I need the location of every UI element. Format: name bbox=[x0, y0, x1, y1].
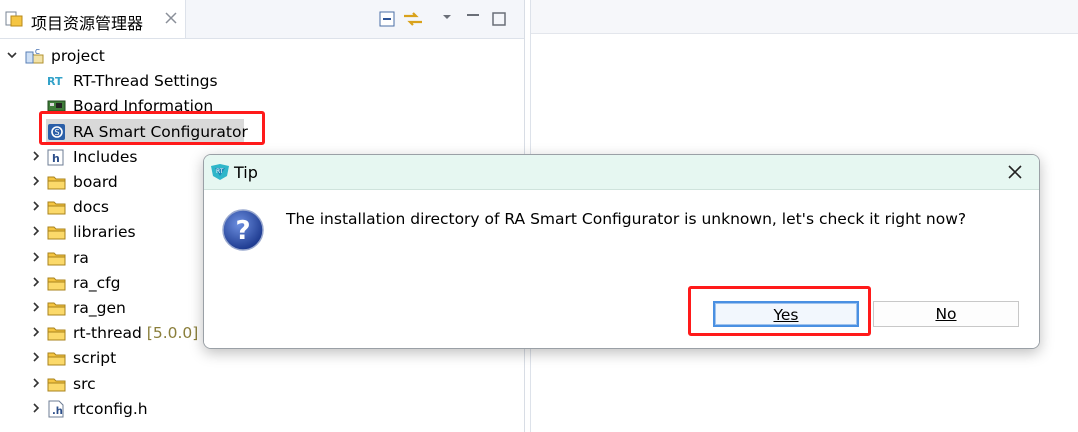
svg-text:C: C bbox=[35, 48, 40, 56]
folder-icon bbox=[47, 173, 66, 191]
collapse-all-icon[interactable] bbox=[378, 10, 396, 28]
view-menu-icon[interactable] bbox=[440, 10, 454, 28]
tree-item-label: board bbox=[73, 173, 118, 191]
tip-dialog: RT Tip ? The installation directory of R… bbox=[203, 154, 1040, 349]
folder-icon bbox=[47, 249, 66, 267]
tree-item[interactable]: script bbox=[0, 346, 520, 370]
tree-item-label: ra bbox=[73, 249, 89, 267]
tree-item-label: docs bbox=[73, 198, 109, 216]
svg-text:h: h bbox=[52, 152, 60, 165]
tree-item-version: [5.0.0] bbox=[141, 324, 199, 342]
rt-settings-icon: RT bbox=[47, 72, 66, 90]
chevron-down-icon[interactable] bbox=[6, 49, 18, 61]
editor-header bbox=[531, 0, 1078, 34]
svg-text:.h: .h bbox=[52, 406, 63, 417]
annotation-box-yes bbox=[688, 286, 871, 336]
tree-item-label: Includes bbox=[73, 148, 138, 166]
project-explorer-icon bbox=[5, 11, 23, 27]
tree-item-label: project bbox=[51, 47, 105, 65]
tree-item-label: ra_gen bbox=[73, 299, 126, 317]
chevron-right-icon[interactable] bbox=[30, 150, 42, 162]
tree-item-label: rt-thread [5.0.0] bbox=[73, 324, 199, 342]
tree-item-label: src bbox=[73, 375, 96, 393]
folder-icon bbox=[47, 375, 66, 393]
folder-icon bbox=[47, 274, 66, 292]
question-icon: ? bbox=[222, 209, 264, 251]
tree-item-label: RT-Thread Settings bbox=[73, 72, 218, 90]
dialog-title-bar: RT Tip bbox=[204, 155, 1039, 190]
tree-item[interactable]: .h rtconfig.h bbox=[0, 397, 520, 421]
maximize-icon[interactable] bbox=[490, 10, 508, 28]
header-file-icon: .h bbox=[47, 400, 66, 418]
chevron-right-icon[interactable] bbox=[30, 200, 42, 212]
includes-icon: h bbox=[47, 148, 66, 166]
chevron-right-icon[interactable] bbox=[30, 301, 42, 313]
svg-text:?: ? bbox=[235, 216, 250, 246]
svg-text:RT: RT bbox=[216, 168, 224, 175]
folder-icon bbox=[47, 198, 66, 216]
annotation-box-ra-configurator bbox=[39, 111, 265, 145]
tree-item-label: ra_cfg bbox=[73, 274, 121, 292]
tree-item-label: libraries bbox=[73, 223, 136, 241]
dialog-title: Tip bbox=[234, 163, 258, 182]
link-with-editor-icon[interactable] bbox=[402, 10, 424, 28]
tab-project-explorer[interactable]: 项目资源管理器 bbox=[0, 0, 186, 38]
folder-icon bbox=[47, 324, 66, 342]
tree-item-label: script bbox=[73, 349, 117, 367]
folder-icon bbox=[47, 299, 66, 317]
svg-text:RT: RT bbox=[47, 75, 63, 88]
minimize-icon[interactable] bbox=[464, 10, 482, 28]
chevron-right-icon[interactable] bbox=[30, 175, 42, 187]
tree-item[interactable]: RT RT-Thread Settings bbox=[0, 69, 520, 93]
no-button-label: No bbox=[935, 305, 957, 323]
chevron-right-icon[interactable] bbox=[30, 377, 42, 389]
chevron-right-icon[interactable] bbox=[30, 251, 42, 263]
folder-icon bbox=[47, 349, 66, 367]
tree-item[interactable]: src bbox=[0, 372, 520, 396]
close-icon[interactable] bbox=[163, 10, 179, 26]
chevron-right-icon[interactable] bbox=[30, 225, 42, 237]
close-icon[interactable] bbox=[1003, 160, 1027, 184]
folder-icon bbox=[47, 223, 66, 241]
no-button[interactable]: No bbox=[873, 301, 1019, 327]
c-project-icon: C bbox=[25, 47, 44, 65]
chevron-right-icon[interactable] bbox=[30, 402, 42, 414]
tab-title: 项目资源管理器 bbox=[31, 14, 144, 33]
chevron-right-icon[interactable] bbox=[30, 351, 42, 363]
rt-thread-logo-icon: RT bbox=[211, 164, 229, 180]
explorer-header: 项目资源管理器 bbox=[0, 0, 524, 39]
tree-item[interactable]: Cproject bbox=[0, 44, 520, 68]
dialog-message: The installation directory of RA Smart C… bbox=[286, 210, 967, 228]
chevron-right-icon[interactable] bbox=[30, 326, 42, 338]
tree-item-label: rtconfig.h bbox=[73, 400, 148, 418]
chevron-right-icon[interactable] bbox=[30, 276, 42, 288]
